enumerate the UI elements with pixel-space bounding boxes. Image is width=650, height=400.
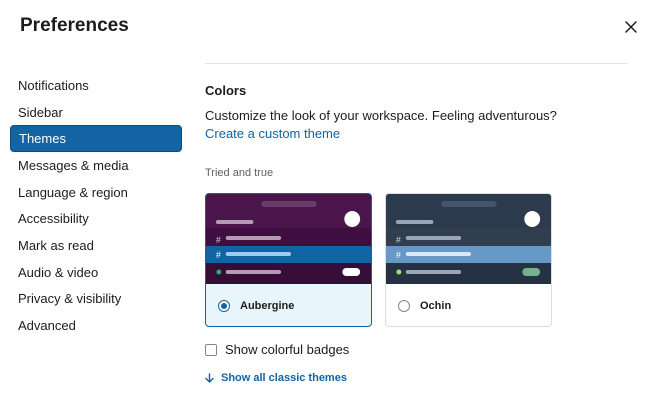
page-title: Preferences: [20, 15, 129, 36]
sidebar-item-advanced[interactable]: Advanced: [10, 312, 182, 339]
section-title: Colors: [205, 83, 247, 98]
colorful-badges-checkbox[interactable]: [205, 343, 217, 356]
colorful-badges-option[interactable]: Show colorful badges: [205, 342, 349, 357]
group-label: Tried and true: [205, 167, 274, 179]
theme-footer: Aubergine: [206, 284, 371, 326]
sidebar-item-accessibility[interactable]: Accessibility: [10, 205, 182, 232]
arrow-down-icon: [205, 373, 214, 383]
show-all-themes-label: Show all classic themes: [221, 372, 347, 384]
theme-preview-ochin: # #: [386, 194, 551, 284]
sidebar-item-audio-video[interactable]: Audio & video: [10, 259, 182, 286]
theme-card-ochin[interactable]: # # Ochin: [385, 193, 552, 327]
create-custom-theme-link[interactable]: Create a custom theme: [205, 126, 340, 141]
theme-name: Aubergine: [240, 300, 295, 312]
theme-footer: Ochin: [386, 284, 551, 326]
theme-description: Customize the look of your workspace. Fe…: [205, 108, 557, 123]
sidebar-item-messages-media[interactable]: Messages & media: [10, 152, 182, 179]
colorful-badges-label: Show colorful badges: [225, 342, 350, 357]
themes-panel: Colors Customize the look of your worksp…: [205, 0, 630, 400]
show-all-themes-link[interactable]: Show all classic themes: [205, 372, 347, 384]
theme-name: Ochin: [420, 300, 452, 312]
theme-radio-aubergine[interactable]: [218, 300, 230, 312]
svg-text:#: #: [216, 235, 221, 245]
sidebar-item-language-region[interactable]: Language & region: [10, 179, 182, 206]
divider: [205, 63, 628, 64]
sidebar-item-sidebar[interactable]: Sidebar: [10, 99, 182, 126]
sidebar-item-themes[interactable]: Themes: [10, 125, 182, 153]
sidebar-item-notifications[interactable]: Notifications: [10, 72, 182, 99]
theme-card-aubergine[interactable]: # # Aubergine: [205, 193, 372, 327]
theme-radio-ochin[interactable]: [398, 300, 410, 312]
sidebar: Notifications Sidebar Themes Messages & …: [10, 72, 182, 339]
sidebar-item-mark-as-read[interactable]: Mark as read: [10, 232, 182, 259]
svg-text:#: #: [396, 250, 401, 260]
svg-text:#: #: [216, 250, 221, 260]
svg-text:#: #: [396, 235, 401, 245]
theme-preview-aubergine: # #: [206, 194, 371, 284]
sidebar-item-privacy-visibility[interactable]: Privacy & visibility: [10, 286, 182, 313]
